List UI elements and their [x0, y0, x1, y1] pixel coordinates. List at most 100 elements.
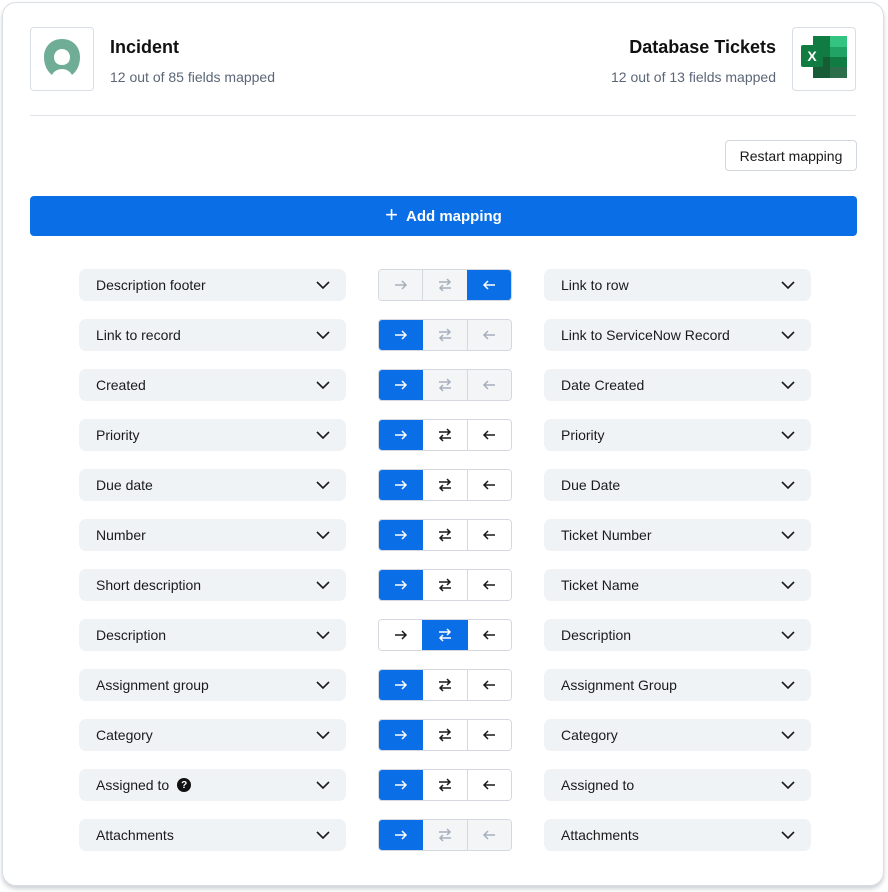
direction-two-way-button[interactable]: [422, 420, 467, 450]
target-field-select[interactable]: Assigned to: [544, 769, 811, 801]
target-field-select[interactable]: Priority: [544, 419, 811, 451]
source-field-select[interactable]: Priority: [79, 419, 346, 451]
source-field-label: Due date: [96, 477, 153, 493]
direction-to-source-button[interactable]: [466, 370, 511, 400]
mapping-row: Number Ticket Number: [79, 519, 813, 551]
help-icon[interactable]: ?: [177, 778, 192, 792]
direction-to-source-button[interactable]: [466, 820, 511, 850]
mapping-row: Due date Due Date: [79, 469, 813, 501]
arrow-right-icon: [394, 680, 408, 690]
direction-to-target-button[interactable]: [379, 470, 423, 500]
source-field-select[interactable]: Assignment group: [79, 669, 346, 701]
source-field-select[interactable]: Number: [79, 519, 346, 551]
direction-two-way-button[interactable]: [422, 470, 467, 500]
direction-to-target-button[interactable]: [379, 270, 423, 300]
target-app-logo: X: [792, 27, 856, 91]
direction-two-way-button[interactable]: [422, 620, 467, 650]
target-field-label: Description: [561, 627, 632, 643]
direction-to-source-button[interactable]: [466, 470, 511, 500]
direction-two-way-button[interactable]: [422, 770, 467, 800]
direction-to-source-button[interactable]: [466, 570, 511, 600]
target-field-select[interactable]: Ticket Name: [544, 569, 811, 601]
source-field-select[interactable]: Description: [79, 619, 346, 651]
chevron-down-icon: [781, 478, 795, 492]
source-field-select[interactable]: Assigned to ?: [79, 769, 346, 801]
source-field-select[interactable]: Due date: [79, 469, 346, 501]
direction-to-target-button[interactable]: [379, 320, 423, 350]
target-field-select[interactable]: Link to row: [544, 269, 811, 301]
target-field-label: Due Date: [561, 477, 621, 493]
chevron-down-icon: [781, 778, 795, 792]
direction-to-target-button[interactable]: [379, 820, 423, 850]
source-field-label: Number: [96, 527, 146, 543]
arrow-left-icon: [482, 680, 496, 690]
arrows-exchange-icon: [438, 628, 452, 642]
arrows-exchange-icon: [438, 578, 452, 592]
direction-two-way-button[interactable]: [422, 820, 467, 850]
source-field-select[interactable]: Short description: [79, 569, 346, 601]
add-mapping-button[interactable]: + Add mapping: [30, 196, 857, 236]
arrow-right-icon: [394, 380, 408, 390]
direction-to-source-button[interactable]: [466, 270, 511, 300]
direction-toggle: [378, 419, 512, 451]
source-field-select[interactable]: Created: [79, 369, 346, 401]
target-field-select[interactable]: Category: [544, 719, 811, 751]
direction-to-target-button[interactable]: [379, 520, 423, 550]
direction-two-way-button[interactable]: [422, 570, 467, 600]
target-field-select[interactable]: Attachments: [544, 819, 811, 851]
target-field-label: Priority: [561, 427, 605, 443]
servicenow-logo-icon: [42, 37, 82, 82]
source-field-select[interactable]: Category: [79, 719, 346, 751]
mapping-row: Priority Priority: [79, 419, 813, 451]
source-field-select[interactable]: Attachments: [79, 819, 346, 851]
add-mapping-label: Add mapping: [406, 207, 502, 225]
direction-two-way-button[interactable]: [422, 270, 467, 300]
source-app-logo: [30, 27, 94, 91]
direction-to-target-button[interactable]: [379, 570, 423, 600]
target-field-select[interactable]: Due Date: [544, 469, 811, 501]
mapping-row: Attachments Attachments: [79, 819, 813, 851]
target-field-select[interactable]: Assignment Group: [544, 669, 811, 701]
direction-to-target-button[interactable]: [379, 420, 423, 450]
direction-to-target-button[interactable]: [379, 770, 423, 800]
mapping-row: Link to record Link to ServiceNow Record: [79, 319, 813, 351]
direction-toggle: [378, 819, 512, 851]
direction-to-target-button[interactable]: [379, 620, 423, 650]
direction-to-source-button[interactable]: [466, 620, 511, 650]
arrow-left-icon: [482, 480, 496, 490]
arrow-right-icon: [394, 530, 408, 540]
source-mapped-count: 12 out of 85 fields mapped: [110, 69, 276, 85]
direction-two-way-button[interactable]: [422, 320, 467, 350]
restart-mapping-button[interactable]: Restart mapping: [725, 140, 857, 171]
direction-to-target-button[interactable]: [379, 370, 423, 400]
direction-to-source-button[interactable]: [466, 770, 511, 800]
arrow-left-icon: [482, 280, 496, 290]
direction-two-way-button[interactable]: [422, 670, 467, 700]
direction-two-way-button[interactable]: [422, 720, 467, 750]
source-field-select[interactable]: Link to record: [79, 319, 346, 351]
target-field-label: Attachments: [561, 827, 639, 843]
direction-to-target-button[interactable]: [379, 670, 423, 700]
direction-two-way-button[interactable]: [422, 520, 467, 550]
arrows-exchange-icon: [438, 528, 452, 542]
mapping-row: Description footer Link to row: [79, 269, 813, 301]
direction-to-target-button[interactable]: [379, 720, 423, 750]
direction-to-source-button[interactable]: [466, 670, 511, 700]
chevron-down-icon: [781, 728, 795, 742]
direction-to-source-button[interactable]: [466, 520, 511, 550]
direction-to-source-button[interactable]: [466, 320, 511, 350]
arrow-right-icon: [394, 430, 408, 440]
direction-toggle: [378, 769, 512, 801]
direction-toggle: [378, 369, 512, 401]
direction-two-way-button[interactable]: [422, 370, 467, 400]
target-field-select[interactable]: Link to ServiceNow Record: [544, 319, 811, 351]
target-field-select[interactable]: Date Created: [544, 369, 811, 401]
target-field-select[interactable]: Description: [544, 619, 811, 651]
source-field-label: Category: [96, 727, 153, 743]
target-field-select[interactable]: Ticket Number: [544, 519, 811, 551]
direction-to-source-button[interactable]: [466, 420, 511, 450]
source-field-select[interactable]: Description footer: [79, 269, 346, 301]
direction-to-source-button[interactable]: [466, 720, 511, 750]
direction-toggle: [378, 569, 512, 601]
arrow-left-icon: [482, 530, 496, 540]
